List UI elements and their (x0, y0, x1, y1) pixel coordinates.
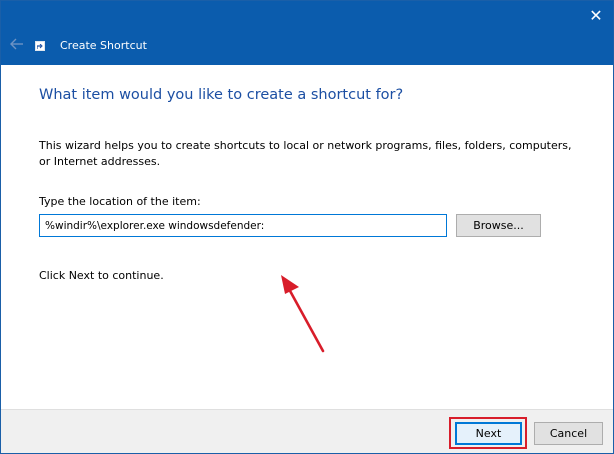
wizard-content: What item would you like to create a sho… (1, 65, 613, 409)
browse-button[interactable]: Browse... (456, 214, 541, 237)
back-arrow-icon[interactable] (9, 36, 25, 52)
page-title: What item would you like to create a sho… (39, 87, 404, 103)
title-bar: ✕ Create Shortcut (1, 1, 613, 65)
red-annotation-arrow-icon (281, 275, 325, 353)
location-input[interactable] (39, 214, 447, 237)
window-title: Create Shortcut (60, 39, 147, 52)
next-button[interactable]: Next (455, 422, 522, 445)
close-icon: ✕ (589, 6, 603, 25)
cancel-button[interactable]: Cancel (534, 422, 603, 445)
shortcut-icon (35, 41, 45, 51)
wizard-description: This wizard helps you to create shortcut… (39, 139, 572, 168)
close-button[interactable]: ✕ (585, 5, 607, 27)
create-shortcut-window: ✕ Create Shortcut What item would you li… (0, 0, 614, 454)
location-label: Type the location of the item: (39, 195, 201, 208)
continue-instruction: Click Next to continue. (39, 269, 164, 282)
